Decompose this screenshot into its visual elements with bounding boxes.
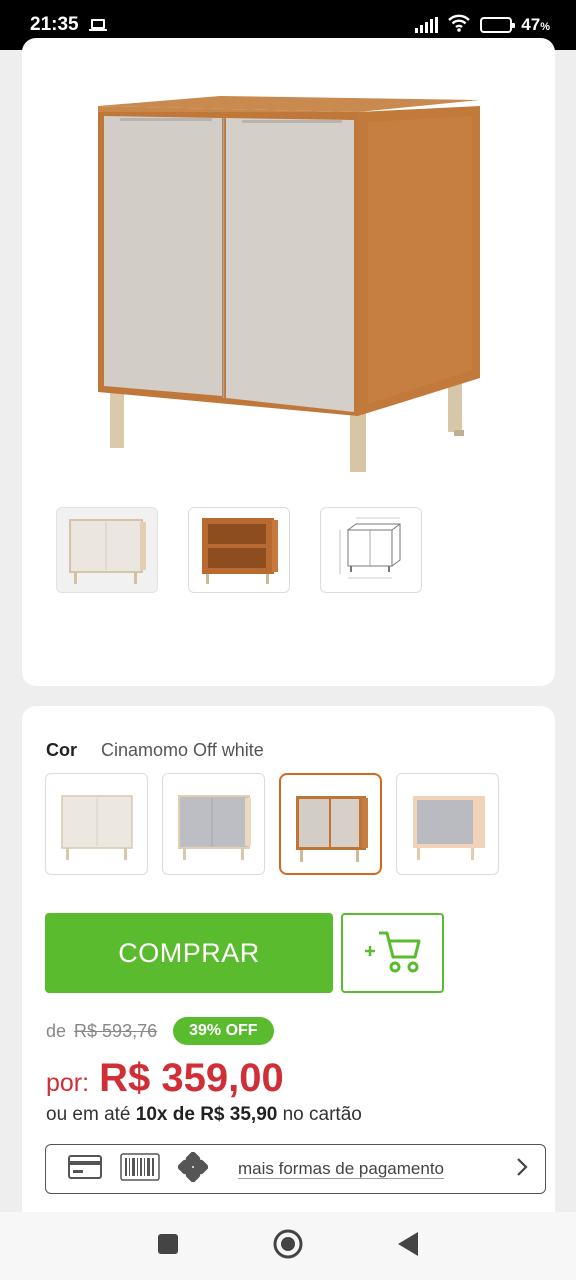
swatch-cinamomo-off-white[interactable] — [279, 773, 382, 875]
credit-card-icon — [68, 1154, 102, 1185]
installment-prefix: ou em até — [46, 1104, 131, 1125]
pix-icon — [177, 1151, 209, 1187]
purchase-card: Cor Cinamomo Off white COMPRAR de R$ 593… — [22, 706, 555, 1280]
add-to-cart-icon — [361, 927, 425, 980]
buy-button[interactable]: COMPRAR — [45, 913, 333, 993]
old-price-prefix: de — [46, 1020, 67, 1041]
barcode-icon — [120, 1152, 160, 1186]
back-icon[interactable] — [396, 1231, 420, 1262]
wifi-icon — [447, 14, 471, 37]
color-selected-value: Cinamomo Off white — [101, 740, 264, 760]
status-time: 21:35 — [30, 14, 79, 35]
signal-icon — [415, 17, 439, 33]
installment-terms: 10x de R$ 35,90 — [135, 1104, 278, 1125]
current-price: R$ 359,00 — [99, 1056, 284, 1100]
thumbnail-dimensions[interactable] — [320, 507, 422, 593]
payment-methods-text: mais formas de pagamento — [238, 1159, 444, 1178]
price-row: por: R$ 359,00 — [46, 1056, 284, 1101]
thumbnail-list — [56, 507, 422, 593]
swatch-gray-pine[interactable] — [396, 773, 499, 875]
product-main-image[interactable] — [92, 62, 492, 494]
color-swatch-list — [45, 773, 499, 875]
installment-suffix: no cartão — [282, 1104, 362, 1125]
recents-icon[interactable] — [156, 1232, 180, 1261]
old-price: R$ 593,76 — [74, 1020, 158, 1041]
system-navigation-bar — [0, 1212, 576, 1280]
payment-methods-link[interactable]: mais formas de pagamento — [45, 1144, 546, 1194]
installment-info: ou em até 10x de R$ 35,90 no cartão — [46, 1104, 362, 1126]
thumbnail-open-shelves[interactable] — [188, 507, 290, 593]
battery-percent: 47% — [521, 15, 550, 34]
swatch-gray-light-wood[interactable] — [162, 773, 265, 875]
laptop-icon — [88, 19, 107, 31]
chevron-right-icon — [515, 1156, 529, 1183]
color-label: Cor — [46, 740, 77, 760]
thumbnail-off-white[interactable] — [56, 507, 158, 593]
add-to-cart-button[interactable] — [341, 913, 444, 993]
price-prefix: por: — [46, 1069, 90, 1097]
home-icon[interactable] — [272, 1228, 304, 1265]
swatch-off-white[interactable] — [45, 773, 148, 875]
product-gallery-card — [22, 38, 555, 686]
old-price-row: de R$ 593,76 39% OFF — [46, 1017, 274, 1045]
battery-icon — [480, 17, 516, 33]
color-selector-header: Cor Cinamomo Off white — [46, 740, 264, 761]
discount-badge: 39% OFF — [173, 1017, 274, 1045]
